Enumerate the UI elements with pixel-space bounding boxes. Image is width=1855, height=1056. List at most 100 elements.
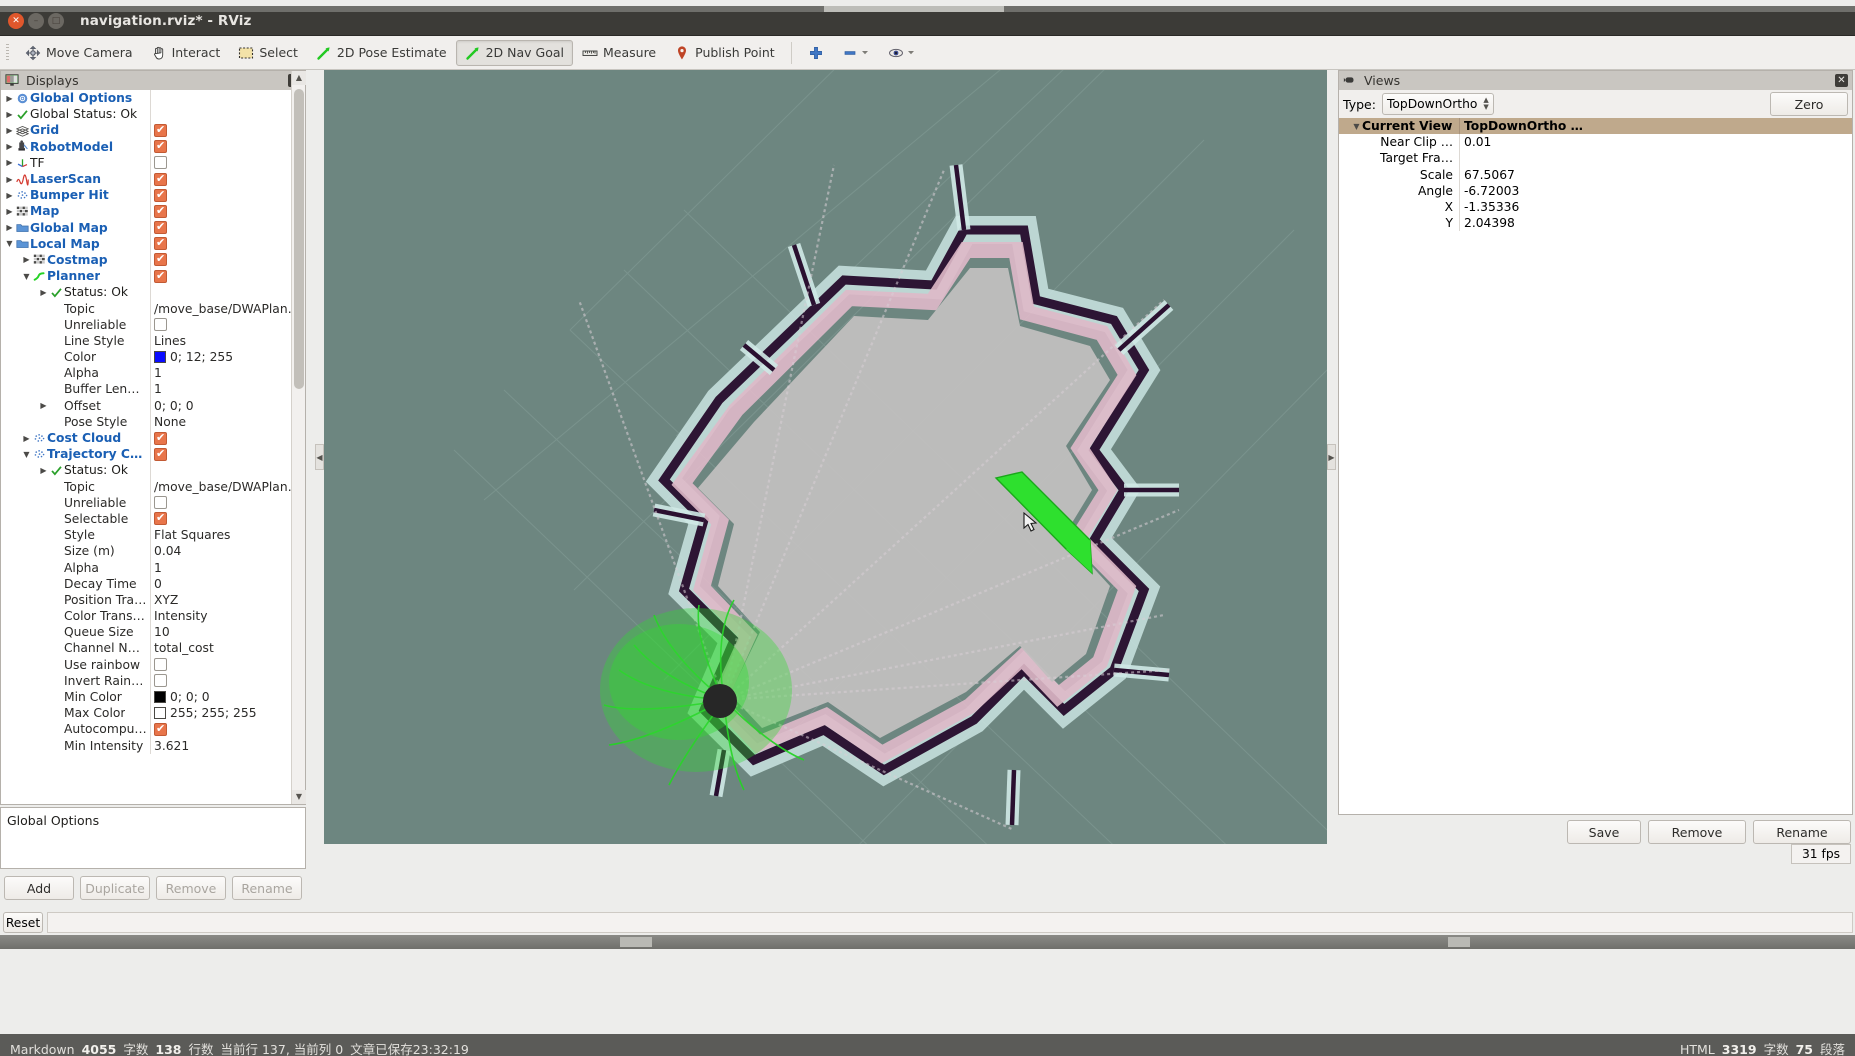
display-row-value[interactable]: total_cost xyxy=(151,640,305,656)
display-row[interactable]: Line Style Lines xyxy=(1,332,305,349)
views-tree[interactable]: ▼ Current View TopDownOrtho … Near Clip … 0.… xyxy=(1339,118,1852,232)
display-row-value[interactable]: 0 xyxy=(151,576,305,592)
3d-viewport[interactable] xyxy=(324,70,1327,844)
display-enable-checkbox[interactable] xyxy=(154,188,167,202)
tool-select[interactable]: Select xyxy=(229,40,307,66)
expand-arrow-icon[interactable]: ▼ xyxy=(4,239,15,248)
display-row[interactable]: Position Tran… XYZ xyxy=(1,591,305,608)
close-window-button[interactable]: ✕ xyxy=(8,12,24,29)
display-row-value[interactable] xyxy=(151,220,305,236)
add-tool-button[interactable] xyxy=(799,40,833,66)
display-row[interactable]: ▶ Global Options xyxy=(1,90,305,107)
views-property-value[interactable] xyxy=(1459,150,1852,167)
displays-scrollbar[interactable]: ▲ ▼ xyxy=(291,71,306,804)
views-property-value[interactable]: -1.35336 xyxy=(1459,198,1852,216)
display-row-value[interactable] xyxy=(151,511,305,527)
display-row[interactable]: Max Color 255; 255; 255 xyxy=(1,705,305,722)
maximize-window-button[interactable]: □ xyxy=(48,12,64,29)
display-row[interactable]: Size (m) 0.04 xyxy=(1,543,305,560)
expand-arrow-icon[interactable]: ▶ xyxy=(4,175,15,184)
display-row-value[interactable]: 0; 0; 0 xyxy=(151,689,305,705)
minimize-window-button[interactable]: – xyxy=(28,12,44,29)
tool-measure[interactable]: Measure xyxy=(573,40,665,66)
display-row-value[interactable]: 1 xyxy=(151,559,305,575)
display-row-value[interactable]: 10 xyxy=(151,624,305,640)
color-swatch[interactable] xyxy=(154,691,166,704)
views-property-row[interactable]: Near Clip … 0.01 xyxy=(1339,134,1852,151)
display-enable-checkbox[interactable] xyxy=(154,172,167,186)
remove-view-button[interactable]: Remove xyxy=(1648,820,1746,844)
expand-arrow-icon[interactable]: ▶ xyxy=(38,288,49,297)
display-row-value[interactable]: Flat Squares xyxy=(151,527,305,543)
display-row-value[interactable]: /move_base/DWAPlan… xyxy=(151,479,305,495)
display-row-value[interactable] xyxy=(151,284,305,300)
display-row[interactable]: ▶ Status: Ok xyxy=(1,284,305,301)
remove-display-button[interactable]: Remove xyxy=(156,876,226,900)
display-row-value[interactable] xyxy=(151,171,305,187)
tool-2d-nav-goal[interactable]: 2D Nav Goal xyxy=(455,39,573,66)
display-enable-checkbox[interactable] xyxy=(154,431,167,445)
color-swatch[interactable] xyxy=(154,707,166,720)
add-display-button[interactable]: Add xyxy=(4,876,74,900)
expand-arrow-icon[interactable]: ▶ xyxy=(38,401,49,410)
display-row[interactable]: Use rainbow xyxy=(1,656,305,673)
display-enable-checkbox[interactable] xyxy=(154,658,167,672)
display-row[interactable]: ▶ Grid xyxy=(1,122,305,139)
expand-arrow-icon[interactable]: ▶ xyxy=(4,191,15,200)
display-row-value[interactable] xyxy=(151,446,305,462)
display-row[interactable]: ▶ LaserScan xyxy=(1,170,305,188)
display-enable-checkbox[interactable] xyxy=(154,269,167,283)
display-row[interactable]: ▶ Bumper Hit xyxy=(1,187,305,204)
tool-move-camera[interactable]: Move Camera xyxy=(16,40,142,66)
duplicate-display-button[interactable]: Duplicate xyxy=(80,876,150,900)
display-row-value[interactable] xyxy=(151,657,305,673)
scroll-up-arrow[interactable]: ▲ xyxy=(292,71,306,85)
display-row-value[interactable]: Lines xyxy=(151,333,305,349)
expand-arrow-icon[interactable]: ▼ xyxy=(21,450,32,459)
display-row[interactable]: Topic/move_base/DWAPlan… xyxy=(1,478,305,495)
display-enable-checkbox[interactable] xyxy=(154,447,167,461)
editor-scroll-thumb-secondary[interactable] xyxy=(1448,937,1470,947)
color-swatch[interactable] xyxy=(154,351,166,364)
display-row[interactable]: Alpha 1 xyxy=(1,365,305,382)
display-row[interactable]: Min Color 0; 0; 0 xyxy=(1,688,305,706)
display-row[interactable]: Channel Name total_cost xyxy=(1,640,305,657)
toolbar-drag-handle[interactable] xyxy=(4,43,13,62)
editor-horizontal-scrollbar[interactable] xyxy=(0,935,1855,949)
display-enable-checkbox[interactable] xyxy=(154,511,167,526)
display-enable-checkbox[interactable] xyxy=(154,156,167,170)
expand-arrow-icon[interactable]: ▶ xyxy=(4,207,15,216)
display-row-value[interactable] xyxy=(151,268,305,284)
expand-arrow-icon[interactable]: ▶ xyxy=(21,255,32,264)
views-property-row[interactable]: Scale 67.5067 xyxy=(1339,166,1852,183)
zero-view-button[interactable]: Zero xyxy=(1770,92,1848,116)
display-row[interactable]: ▶ Cost Cloud xyxy=(1,429,305,447)
display-row[interactable]: Color Transfo… Intensity xyxy=(1,608,305,625)
views-property-row[interactable]: Target Fra… xyxy=(1339,150,1852,167)
display-row-value[interactable]: 3.621 xyxy=(151,738,305,754)
views-property-value[interactable]: 0.01 xyxy=(1459,134,1852,151)
display-row-value[interactable] xyxy=(151,317,305,333)
display-row[interactable]: ▼ Trajectory C… xyxy=(1,446,305,463)
display-enable-checkbox[interactable] xyxy=(154,220,167,235)
expand-arrow-icon[interactable]: ▶ xyxy=(4,94,15,103)
rename-view-button[interactable]: Rename xyxy=(1753,820,1851,844)
display-row-value[interactable] xyxy=(151,462,305,478)
expand-arrow-icon[interactable]: ▶ xyxy=(21,434,32,443)
display-row-value[interactable] xyxy=(151,673,305,689)
expand-arrow-icon[interactable]: ▶ xyxy=(4,126,15,135)
tool-interact[interactable]: Interact xyxy=(142,40,230,66)
display-row-value[interactable] xyxy=(151,106,305,122)
left-panel-collapse-handle[interactable]: ◀ xyxy=(315,444,324,470)
display-enable-checkbox[interactable] xyxy=(154,204,167,218)
remove-tool-button[interactable] xyxy=(833,40,879,66)
display-row-value[interactable]: None xyxy=(151,414,305,430)
save-view-button[interactable]: Save xyxy=(1567,820,1641,844)
display-row[interactable]: Selectable xyxy=(1,510,305,528)
display-enable-checkbox[interactable] xyxy=(154,674,167,688)
display-enable-checkbox[interactable] xyxy=(154,236,167,251)
display-row-value[interactable]: Intensity xyxy=(151,608,305,624)
display-row[interactable]: Buffer Length 1 xyxy=(1,381,305,398)
reset-button[interactable]: Reset xyxy=(3,912,43,933)
views-property-value[interactable]: 2.04398 xyxy=(1459,215,1852,232)
